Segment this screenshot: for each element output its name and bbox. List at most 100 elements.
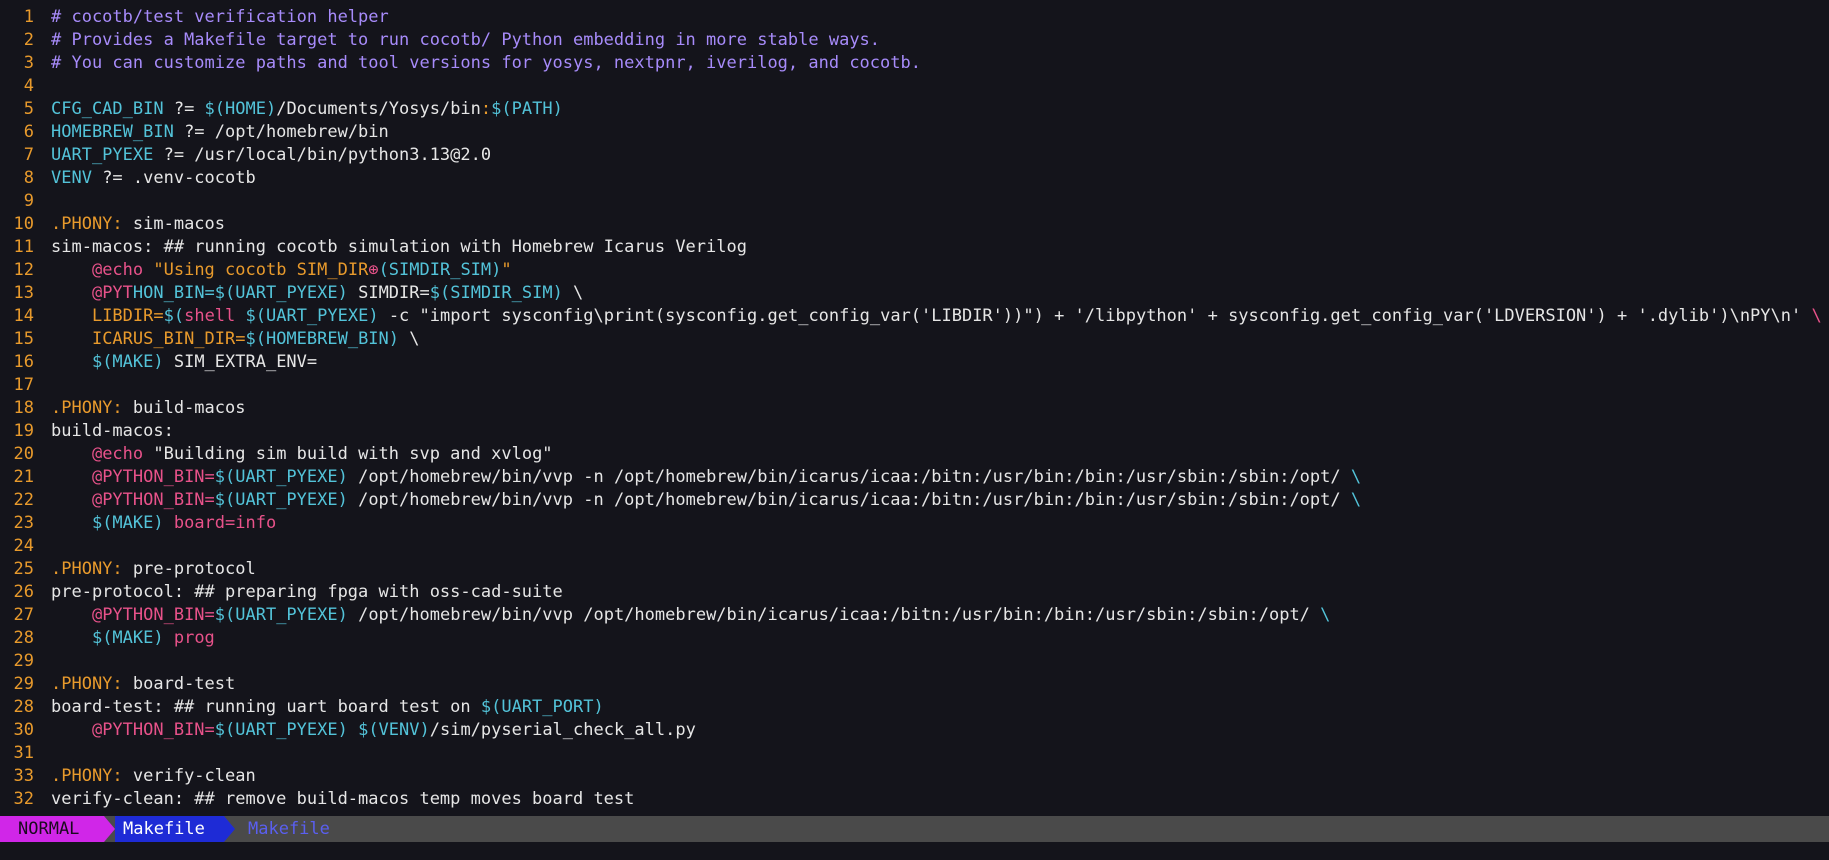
code-line[interactable]: 10 .PHONY: sim-macos [0, 213, 1829, 236]
code-text[interactable]: board-test: ## running uart board test o… [51, 696, 604, 719]
code-line[interactable]: 3 # You can customize paths and tool vers… [0, 52, 1829, 75]
code-token: board-test: ## running uart board test o… [51, 697, 481, 717]
code-line[interactable]: 24 [0, 535, 1829, 558]
code-token: ?= /usr/local/bin/python3.13@2.0 [153, 145, 492, 165]
code-line[interactable]: 21 @PYTHON_BIN=$(UART_PYEXE) /opt/homebr… [0, 466, 1829, 489]
statusline: NORMAL Makefile Makefile [0, 816, 1829, 842]
code-token: UART_PYEXE [51, 145, 154, 165]
code-text[interactable]: $(MAKE) SIM_EXTRA_ENV= [51, 351, 317, 374]
code-line[interactable]: 9 [0, 190, 1829, 213]
code-token: $(MAKE) [91, 352, 164, 372]
code-text[interactable]: .PHONY: board-test [51, 673, 235, 696]
code-token: $(MAKE) [91, 628, 164, 648]
code-text[interactable]: .PHONY: build-macos [51, 397, 245, 420]
code-line[interactable]: 14 LIBDIR=$(shell $(UART_PYEXE) -c "impo… [0, 305, 1829, 328]
code-token: verify-clean [122, 766, 256, 786]
code-text[interactable]: @PYTHON_BIN=$(UART_PYEXE) $(VENV)/sim/py… [51, 719, 696, 742]
code-text[interactable]: .PHONY: verify-clean [51, 765, 256, 788]
line-number: 12 [13, 260, 34, 280]
code-token: "Building sim build with svp and xvlog" [143, 444, 553, 464]
code-line[interactable]: 6 HOMEBREW_BIN ?= /opt/homebrew/bin [0, 121, 1829, 144]
code-text[interactable]: $(MAKE) board=info [51, 512, 276, 535]
code-line[interactable]: 28 board-test: ## running uart board test… [0, 696, 1829, 719]
code-token: # Provides a Makefile target to run coco… [51, 30, 881, 50]
code-text[interactable]: @PYTHON_BIN=$(UART_PYEXE) /opt/homebrew/… [51, 466, 1361, 489]
code-line[interactable]: 26 pre-protocol: ## preparing fpga with o… [0, 581, 1829, 604]
editor-buffer[interactable]: 1 # cocotb/test verification helper 2 # Pro… [0, 0, 1829, 814]
code-line[interactable]: 16 $(MAKE) SIM_EXTRA_ENV= [0, 351, 1829, 374]
code-line[interactable]: 31 [0, 742, 1829, 765]
code-line[interactable]: 20 @echo "Building sim build with svp an… [0, 443, 1829, 466]
line-number: 2 [23, 30, 34, 50]
code-token: sim-macos: ## running cocotb simulation … [51, 237, 747, 257]
code-text[interactable]: $(MAKE) prog [51, 627, 215, 650]
code-line[interactable]: 5 CFG_CAD_BIN ?= $(HOME)/Documents/Yosys/… [0, 98, 1829, 121]
code-line[interactable]: 13 @PYTHON_BIN=$(UART_PYEXE) SIMDIR=$(SI… [0, 282, 1829, 305]
line-number: 31 [13, 743, 34, 763]
code-text[interactable]: HOMEBREW_BIN ?= /opt/homebrew/bin [51, 121, 389, 144]
code-text[interactable]: .PHONY: pre-protocol [51, 558, 256, 581]
powerline-separator-icon [104, 816, 115, 842]
code-line[interactable]: 15 ICARUS_BIN_DIR=$(HOMEBREW_BIN) \ [0, 328, 1829, 351]
code-line[interactable]: 1 # cocotb/test verification helper [0, 6, 1829, 29]
code-line[interactable]: 32 verify-clean: ## remove build-macos te… [0, 788, 1829, 811]
code-token: .PHONY: [51, 559, 123, 579]
code-text[interactable]: @echo "Using cocotb SIM_DIR⊕(SIMDIR_SIM)… [51, 259, 512, 282]
code-line[interactable]: 23 $(MAKE) board=info [0, 512, 1829, 535]
code-text[interactable]: @PYTHON_BIN=$(UART_PYEXE) /opt/homebrew/… [51, 489, 1361, 512]
code-text[interactable]: @echo "Building sim build with svp and x… [51, 443, 553, 466]
line-number: 24 [13, 536, 34, 556]
filetype-segment: Makefile [248, 819, 330, 839]
mode-indicator: NORMAL [0, 816, 104, 842]
code-line[interactable]: 29 .PHONY: board-test [0, 673, 1829, 696]
code-line[interactable]: 17 [0, 374, 1829, 397]
code-text[interactable]: LIBDIR=$(shell $(UART_PYEXE) -c "import … [51, 305, 1822, 328]
code-line[interactable]: 4 [0, 75, 1829, 98]
code-text[interactable]: @PYTHON_BIN=$(UART_PYEXE) /opt/homebrew/… [51, 604, 1330, 627]
code-line[interactable]: 11 sim-macos: ## running cocotb simulatio… [0, 236, 1829, 259]
code-line[interactable]: 7 UART_PYEXE ?= /usr/local/bin/python3.13… [0, 144, 1829, 167]
code-text[interactable]: verify-clean: ## remove build-macos temp… [51, 788, 634, 811]
code-text[interactable]: # Provides a Makefile target to run coco… [51, 29, 880, 52]
code-text[interactable]: # cocotb/test verification helper [51, 6, 389, 29]
line-number: 8 [23, 168, 34, 188]
code-text[interactable]: # You can customize paths and tool versi… [51, 52, 921, 75]
code-line[interactable]: 30 @PYTHON_BIN=$(UART_PYEXE) $(VENV)/sim… [0, 719, 1829, 742]
code-text[interactable]: VENV ?= .venv-cocotb [51, 167, 256, 190]
code-line[interactable]: 28 $(MAKE) prog [0, 627, 1829, 650]
command-line[interactable] [0, 842, 1829, 860]
code-line[interactable]: 12 @echo "Using cocotb SIM_DIR⊕(SIMDIR_S… [0, 259, 1829, 282]
line-number: 32 [13, 789, 34, 809]
code-token: $(UART_PYEXE) [214, 467, 348, 487]
code-text[interactable]: pre-protocol: ## preparing fpga with oss… [51, 581, 563, 604]
code-text[interactable]: UART_PYEXE ?= /usr/local/bin/python3.13@… [51, 144, 491, 167]
line-number: 17 [13, 375, 34, 395]
code-line[interactable]: 19 build-macos: [0, 420, 1829, 443]
code-line[interactable]: 2 # Provides a Makefile target to run coc… [0, 29, 1829, 52]
code-line[interactable]: 25 .PHONY: pre-protocol [0, 558, 1829, 581]
code-token: $(VENV) [347, 720, 430, 740]
code-line[interactable]: 18 .PHONY: build-macos [0, 397, 1829, 420]
code-token: $(UART_PYEXE) [214, 605, 348, 625]
code-text[interactable]: ICARUS_BIN_DIR=$(HOMEBREW_BIN) \ [51, 328, 420, 351]
code-text[interactable]: .PHONY: sim-macos [51, 213, 225, 236]
line-number: 4 [23, 76, 34, 96]
code-line[interactable]: 8 VENV ?= .venv-cocotb [0, 167, 1829, 190]
code-line[interactable]: 29 [0, 650, 1829, 673]
code-token: $(SIMDIR_SIM) [429, 283, 563, 303]
code-text[interactable]: CFG_CAD_BIN ?= $(HOME)/Documents/Yosys/b… [51, 98, 563, 121]
code-text[interactable]: @PYTHON_BIN=$(UART_PYEXE) SIMDIR=$(SIMDI… [51, 282, 583, 305]
code-token: # You can customize paths and tool versi… [51, 53, 921, 73]
code-line[interactable]: 33 .PHONY: verify-clean [0, 765, 1829, 788]
code-text[interactable]: build-macos: [51, 420, 174, 443]
code-token: SIM_EXTRA_ENV= [163, 352, 318, 372]
code-line[interactable]: 27 @PYTHON_BIN=$(UART_PYEXE) /opt/homebr… [0, 604, 1829, 627]
code-line[interactable]: 22 @PYTHON_BIN=$(UART_PYEXE) /opt/homebr… [0, 489, 1829, 512]
code-text[interactable]: sim-macos: ## running cocotb simulation … [51, 236, 747, 259]
